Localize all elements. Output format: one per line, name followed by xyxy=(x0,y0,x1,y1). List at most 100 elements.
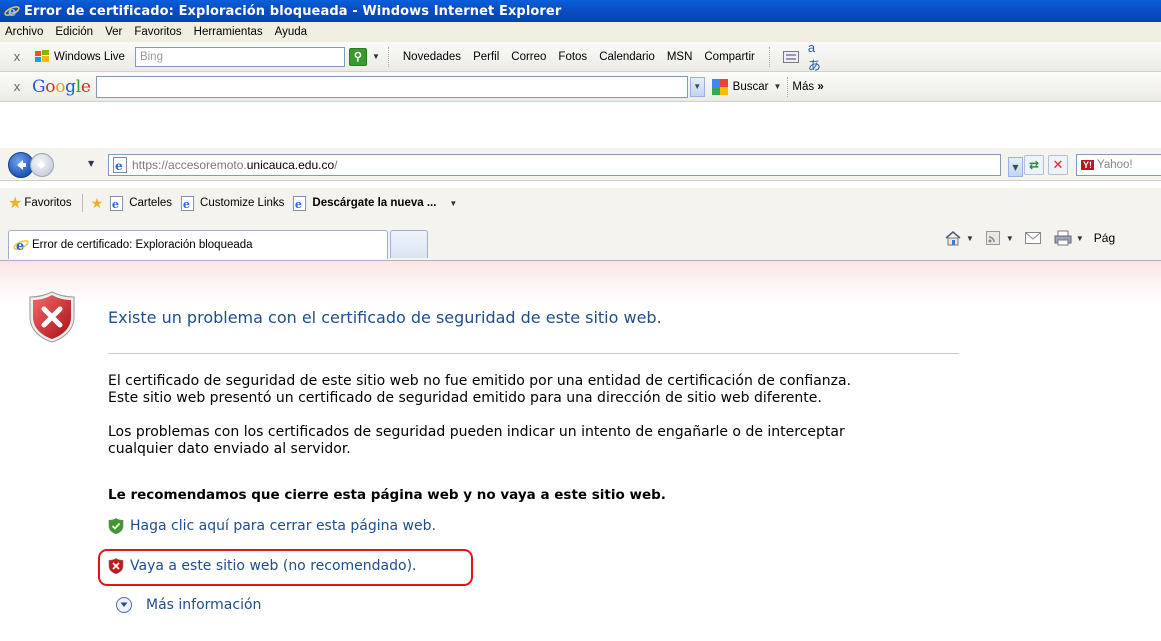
forward-icon xyxy=(37,160,46,170)
svg-text:e: e xyxy=(16,239,24,253)
close-toolbar-icon[interactable]: x xyxy=(6,49,28,64)
close-google-toolbar-icon[interactable]: x xyxy=(6,79,28,94)
translate-icon[interactable]: aあ xyxy=(808,40,826,73)
paragraph-line: El certificado de seguridad de este siti… xyxy=(108,373,852,389)
page-icon: e xyxy=(293,195,307,211)
expand-circle-icon xyxy=(116,597,132,613)
keyboard-icon[interactable] xyxy=(782,49,800,65)
toolbar-divider xyxy=(787,76,789,97)
google-more-button[interactable]: Más » xyxy=(792,81,823,93)
bing-placeholder: Bing xyxy=(139,50,163,63)
link-novedades[interactable]: Novedades xyxy=(397,51,467,63)
menu-ayuda[interactable]: Ayuda xyxy=(270,26,314,38)
google-search-options-dropdown[interactable]: ▼ xyxy=(773,82,781,91)
favorites-more-dropdown[interactable]: ▼ xyxy=(449,199,457,208)
ie-icon: e xyxy=(4,5,20,19)
menu-archivo[interactable]: Archivo xyxy=(0,26,50,38)
svg-text:e: e xyxy=(112,197,119,211)
fav-link-label: Carteles xyxy=(129,197,173,209)
menu-bar: Archivo Edición Ver Favoritos Herramient… xyxy=(0,22,1161,42)
error-paragraph-1: El certificado de seguridad de este siti… xyxy=(108,373,851,407)
google-toolbar: x Google ▼ Buscar ▼ Más » xyxy=(0,72,1161,102)
windows-live-flag-icon xyxy=(35,49,49,62)
svg-text:e: e xyxy=(8,5,16,19)
menu-ver[interactable]: Ver xyxy=(100,26,129,38)
favorites-star-icon: ★ xyxy=(8,195,23,212)
yahoo-placeholder: Yahoo! xyxy=(1097,159,1133,171)
toolbar-divider xyxy=(768,46,770,67)
svg-text:e: e xyxy=(295,197,302,211)
menu-edicion[interactable]: Edición xyxy=(50,26,100,38)
continue-to-site-link[interactable]: Vaya a este sitio web (no recomendado). xyxy=(108,558,416,574)
tab-title: Error de certificado: Exploración bloque… xyxy=(32,239,253,251)
menu-herramientas[interactable]: Herramientas xyxy=(189,26,270,38)
url-prefix: https://accesoremoto. xyxy=(132,158,247,172)
add-to-favorites-icon[interactable]: ★ xyxy=(91,195,104,212)
link-fotos[interactable]: Fotos xyxy=(552,51,593,63)
new-tab-button[interactable] xyxy=(390,230,428,258)
refresh-icon[interactable]: ⇄ xyxy=(1024,155,1044,175)
yahoo-logo-icon: Y! xyxy=(1081,160,1094,170)
tab-bar: e Error de certificado: Exploración bloq… xyxy=(0,218,1161,260)
bing-search-input[interactable]: Bing xyxy=(134,46,345,67)
fav-link-label: Customize Links xyxy=(200,197,285,209)
error-heading: Existe un problema con el certificado de… xyxy=(108,308,662,327)
google-search-input[interactable] xyxy=(95,75,688,98)
certificate-error-page: Existe un problema con el certificado de… xyxy=(0,261,1161,641)
search-options-dropdown[interactable]: ▼ xyxy=(372,52,380,61)
forward-button[interactable] xyxy=(30,153,54,177)
link-compartir[interactable]: Compartir xyxy=(698,51,760,63)
url-history-dropdown[interactable]: ▼ xyxy=(1008,157,1023,177)
paragraph-line: cualquier dato enviado al servidor. xyxy=(108,441,351,457)
menu-favoritos[interactable]: Favoritos xyxy=(129,26,188,38)
ie-icon: e xyxy=(13,239,29,253)
link-calendario[interactable]: Calendario xyxy=(593,51,661,63)
green-shield-icon xyxy=(108,518,124,534)
fav-link-customize[interactable]: e Customize Links xyxy=(180,195,285,211)
svg-text:e: e xyxy=(183,197,190,211)
stop-icon[interactable]: ✕ xyxy=(1048,155,1068,175)
yahoo-search-input[interactable]: Y! Yahoo! xyxy=(1076,154,1161,176)
tab-active[interactable]: e Error de certificado: Exploración bloq… xyxy=(8,230,388,259)
close-page-link[interactable]: Haga clic aquí para cerrar esta página w… xyxy=(108,518,436,534)
more-info-text: Más información xyxy=(146,597,262,613)
home-dropdown[interactable]: ▼ xyxy=(966,234,974,243)
url-input[interactable]: e https://accesoremoto. unicauca.edu.co / xyxy=(108,154,1001,176)
feeds-dropdown[interactable]: ▼ xyxy=(1006,234,1014,243)
more-info-toggle[interactable]: Más información xyxy=(116,597,261,613)
link-msn[interactable]: MSN xyxy=(661,51,699,63)
paragraph-line: Este sitio web presentó un certificado d… xyxy=(108,390,822,406)
home-icon[interactable] xyxy=(944,230,962,246)
search-go-icon[interactable]: ⚲ xyxy=(348,47,367,66)
mail-icon[interactable] xyxy=(1024,230,1042,246)
error-paragraph-2: Los problemas con los certificados de se… xyxy=(108,424,845,458)
url-suffix: / xyxy=(334,158,338,172)
paragraph-line: Los problemas con los certificados de se… xyxy=(108,424,845,440)
favorites-button[interactable]: Favoritos xyxy=(24,197,71,209)
feeds-icon[interactable] xyxy=(984,230,1002,246)
google-logo[interactable]: Google xyxy=(32,77,91,97)
page-icon: e xyxy=(180,195,195,211)
url-domain: unicauca.edu.co xyxy=(246,158,335,172)
fav-link-descargate[interactable]: e Descárgate la nueva ... xyxy=(292,195,436,211)
address-bar: ▼ e https://accesoremoto. unicauca.edu.co… xyxy=(0,148,1161,181)
fav-link-carteles[interactable]: e Carteles xyxy=(109,195,173,211)
google-search-button[interactable]: Buscar xyxy=(733,81,769,93)
google-more-label: Más xyxy=(792,80,815,93)
continue-link-text: Vaya a este sitio web (no recomendado). xyxy=(130,558,417,574)
recent-pages-dropdown[interactable]: ▼ xyxy=(88,159,94,168)
error-shield-icon xyxy=(29,291,75,343)
page-menu-label[interactable]: Pág xyxy=(1094,231,1115,245)
print-dropdown[interactable]: ▼ xyxy=(1076,234,1084,243)
print-icon[interactable] xyxy=(1054,230,1072,246)
command-bar: ▼ ▼ ▼ Pág xyxy=(944,230,1115,246)
google-search-icon[interactable] xyxy=(711,78,729,95)
favorites-bar: ★ Favoritos ★ e Carteles e Customize Lin… xyxy=(0,188,1161,218)
google-search-dropdown[interactable]: ▼ xyxy=(689,76,705,97)
windows-live-brand[interactable]: Windows Live xyxy=(34,49,125,64)
link-perfil[interactable]: Perfil xyxy=(467,51,505,63)
window-title: Error de certificado: Exploración bloque… xyxy=(24,3,562,19)
link-correo[interactable]: Correo xyxy=(505,51,552,63)
recommendation-text: Le recomendamos que cierre esta página w… xyxy=(108,487,666,503)
heading-divider xyxy=(108,353,959,354)
